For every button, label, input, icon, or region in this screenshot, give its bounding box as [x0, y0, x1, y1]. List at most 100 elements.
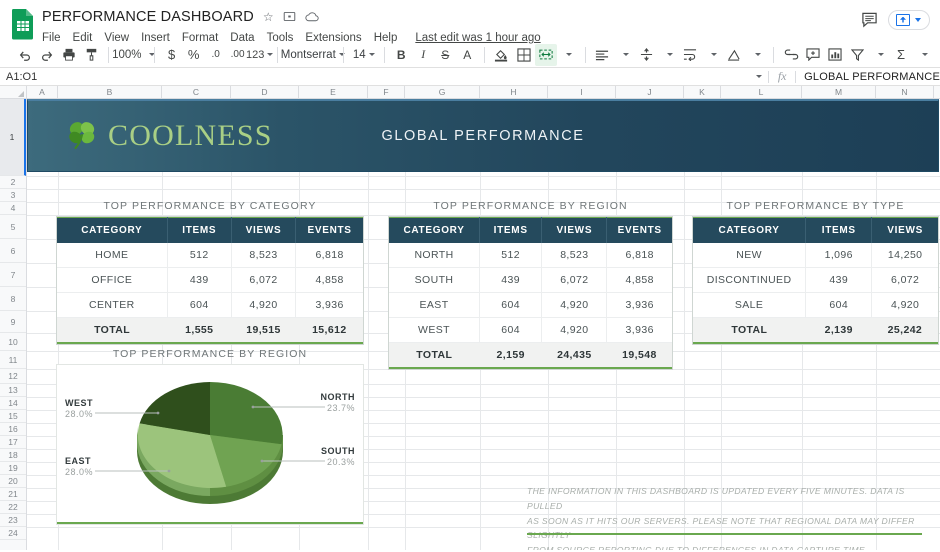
cell-views: 4,920: [541, 292, 608, 318]
menu-file[interactable]: File: [42, 32, 61, 44]
cell-category: EAST: [389, 292, 481, 318]
name-box[interactable]: A1:O1: [0, 71, 62, 83]
cell-items: 512: [167, 243, 232, 268]
footnote-line-1: THE INFORMATION IN THIS DASHBOARD IS UPD…: [527, 486, 905, 511]
google-sheets-logo-icon: [10, 8, 36, 40]
col-items: ITEMS: [479, 217, 543, 243]
menu-data[interactable]: Data: [230, 32, 254, 44]
row-header-1[interactable]: 1: [0, 99, 26, 176]
row-header-24[interactable]: 24: [0, 527, 26, 540]
undo-icon[interactable]: [14, 44, 36, 66]
cell-category: SOUTH: [389, 267, 481, 293]
table-title: TOP PERFORMANCE BY CATEGORY: [103, 200, 317, 212]
row-header-5[interactable]: 5: [0, 215, 26, 239]
row-header-3[interactable]: 3: [0, 189, 26, 202]
cell-items: 439: [805, 267, 873, 293]
select-all-corner[interactable]: [0, 86, 27, 98]
cell-views: 6,072: [871, 267, 938, 293]
chevron-down-icon: [368, 53, 375, 56]
table-total-row: TOTAL 1,555 19,515 15,612: [57, 317, 363, 344]
column-header-K[interactable]: K: [684, 86, 721, 98]
table-row: DISCONTINUED 439 6,072: [693, 267, 938, 293]
chevron-down-icon: [566, 53, 573, 56]
cell-views: 8,523: [231, 243, 297, 268]
row-header-21[interactable]: 21: [0, 488, 26, 501]
row-header-20[interactable]: 20: [0, 475, 26, 488]
chart-card-region: TOP PERFORMANCE BY REGION NORTH 23.7% SO…: [57, 348, 363, 524]
col-category: CATEGORY: [57, 217, 168, 243]
menu-insert[interactable]: Insert: [141, 32, 170, 44]
gridline: [27, 176, 940, 177]
pie-label-name: WEST: [65, 398, 93, 408]
row-header-19[interactable]: 19: [0, 462, 26, 475]
row-header-2[interactable]: 2: [0, 176, 26, 189]
column-header-D[interactable]: D: [231, 86, 299, 98]
fx-icon: fx: [777, 69, 787, 83]
pie-label-name: NORTH: [320, 392, 355, 402]
cell-category: WEST: [389, 317, 481, 343]
row-header-23[interactable]: 23: [0, 514, 26, 527]
column-header-M[interactable]: M: [802, 86, 876, 98]
cloud-saved-icon[interactable]: [305, 11, 320, 23]
column-header-L[interactable]: L: [721, 86, 802, 98]
cell-total-items: 2,139: [805, 317, 872, 344]
cell-total-label: TOTAL: [389, 342, 480, 369]
row-header-16[interactable]: 16: [0, 423, 26, 436]
row-header-22[interactable]: 22: [0, 501, 26, 514]
chevron-down-icon: [710, 53, 717, 56]
row-header-12[interactable]: 12: [0, 369, 26, 384]
column-header-F[interactable]: F: [368, 86, 405, 98]
formula-input[interactable]: GLOBAL PERFORMANCE: [796, 71, 940, 83]
row-header-11[interactable]: 11: [0, 351, 26, 369]
menu-edit[interactable]: Edit: [73, 32, 93, 44]
comment-history-icon[interactable]: [861, 12, 878, 28]
row-header-17[interactable]: 17: [0, 436, 26, 449]
cell-total-views: 19,515: [231, 317, 296, 344]
row-headers: 1 2 3 4 5 6 7 8 9 10 11 12 13 14 15 16 1…: [0, 99, 27, 550]
cell-views: 8,523: [541, 243, 608, 268]
column-header-J[interactable]: J: [616, 86, 684, 98]
row-header-18[interactable]: 18: [0, 449, 26, 462]
column-header-G[interactable]: G: [405, 86, 480, 98]
chevron-down-icon: [877, 53, 884, 56]
cell-items: 439: [167, 267, 232, 293]
move-to-folder-icon[interactable]: [283, 10, 296, 23]
menu-format[interactable]: Format: [182, 32, 218, 44]
row-header-13[interactable]: 13: [0, 384, 26, 397]
column-header-C[interactable]: C: [162, 86, 231, 98]
row-header-14[interactable]: 14: [0, 397, 26, 410]
name-box-chevron-icon[interactable]: [756, 75, 763, 78]
dashboard-banner[interactable]: COOLNESS GLOBAL PERFORMANCE: [27, 99, 939, 172]
grid-canvas[interactable]: COOLNESS GLOBAL PERFORMANCE TOP PERFORMA…: [27, 99, 940, 550]
column-header-E[interactable]: E: [299, 86, 368, 98]
menu-help[interactable]: Help: [374, 32, 398, 44]
column-header-N[interactable]: N: [876, 86, 934, 98]
column-header-B[interactable]: B: [58, 86, 162, 98]
column-header-I[interactable]: I: [548, 86, 616, 98]
table-total-row: TOTAL 2,139 25,242: [693, 317, 938, 344]
row-header-4[interactable]: 4: [0, 202, 26, 215]
menu-tools[interactable]: Tools: [267, 32, 294, 44]
table-row: SOUTH 439 6,072 4,858: [389, 267, 672, 293]
cell-total-views: 25,242: [871, 317, 938, 344]
title-bar: PERFORMANCE DASHBOARD ☆ File Edit View I…: [0, 0, 940, 44]
cell-events: 6,818: [606, 243, 672, 268]
column-header-H[interactable]: H: [480, 86, 548, 98]
pie-chart[interactable]: NORTH 23.7% SOUTH 20.3% EAST 28.0% WEST …: [57, 365, 363, 524]
row-header-15[interactable]: 15: [0, 410, 26, 423]
menu-view[interactable]: View: [104, 32, 129, 44]
row-header-6[interactable]: 6: [0, 239, 26, 263]
menu-extensions[interactable]: Extensions: [305, 32, 361, 44]
chevron-down-icon: [267, 53, 274, 56]
star-icon[interactable]: ☆: [263, 11, 274, 23]
column-header-A[interactable]: A: [27, 86, 58, 98]
row-header-9[interactable]: 9: [0, 311, 26, 333]
row-header-10[interactable]: 10: [0, 333, 26, 351]
row-header-8[interactable]: 8: [0, 287, 26, 311]
document-title[interactable]: PERFORMANCE DASHBOARD: [42, 9, 254, 25]
cell-category: NEW: [693, 243, 807, 268]
cell-category: OFFICE: [57, 267, 168, 293]
last-edit-link[interactable]: Last edit was 1 hour ago: [415, 32, 540, 44]
share-button[interactable]: [888, 10, 930, 30]
row-header-7[interactable]: 7: [0, 263, 26, 287]
